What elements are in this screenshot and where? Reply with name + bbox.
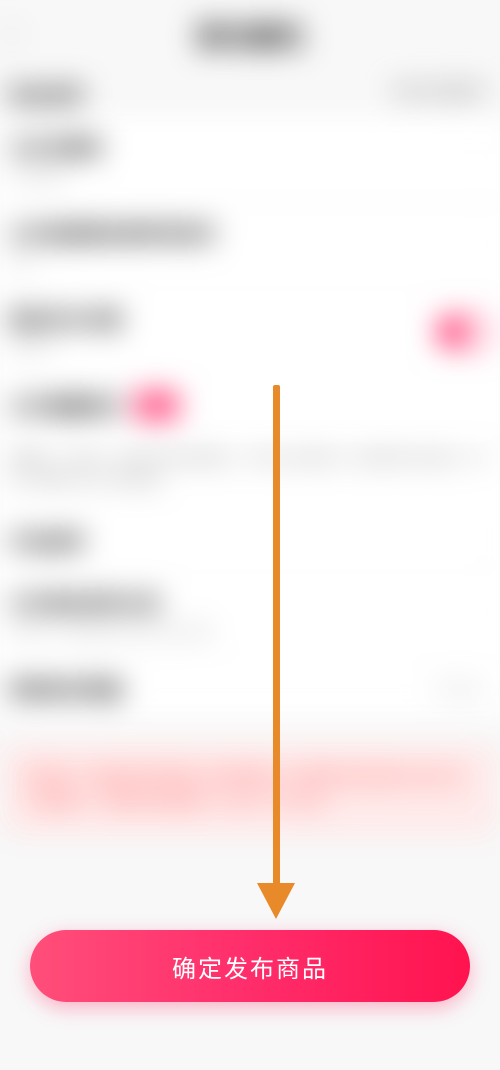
row-label: 允许优惠券 xyxy=(9,134,103,161)
row-sub: 允许 xyxy=(9,251,217,271)
publish-button[interactable]: 确定发布商品 xyxy=(30,930,470,1002)
row-value: 不限制 › xyxy=(431,676,492,701)
setting-row[interactable]: 开启推荐 › xyxy=(0,510,500,572)
chevron-right-icon: › xyxy=(486,605,492,624)
section-left: 商品规则 xyxy=(9,81,85,108)
chevron-right-icon: › xyxy=(486,150,492,169)
setting-row[interactable]: 允许被收录到分类 已开启，商品会显示在对应分类页 › xyxy=(0,572,500,658)
back-button[interactable]: ‹ xyxy=(6,20,14,49)
setting-row[interactable]: 允许优惠券 允许使用 › xyxy=(0,117,500,203)
setting-row[interactable]: 提前定价优惠 已开启 xyxy=(0,289,500,375)
chevron-right-icon: › xyxy=(486,236,492,255)
row-label: 限制购买数量 xyxy=(9,675,122,702)
chevron-right-icon: › xyxy=(486,531,492,550)
page-header: ‹ 更改属性 xyxy=(0,3,500,66)
setting-row[interactable]: 允许被搜索和推荐到首页 允许 › xyxy=(0,203,500,289)
publish-button-wrap: 确定发布商品 xyxy=(30,930,470,1002)
row-label: 开启推荐 xyxy=(9,527,85,554)
row-label: 允许被搜索和推荐到首页 xyxy=(9,220,217,247)
row-sub: 允许使用 xyxy=(9,165,103,185)
section-right[interactable]: 展开全部规则 › xyxy=(394,81,491,108)
description-text: 提醒您：开启后，商品价格会被隐藏，只有关注店铺的人才能看到价格信息，其他人需要先… xyxy=(0,436,500,511)
new-badge: 新 xyxy=(135,392,179,419)
warning-notice: 请注意：商品发布后将进入审核流程。审核通过后商品才会正式上架展示，审核时间通常为… xyxy=(4,746,495,834)
row-sub: 已开启 xyxy=(9,337,122,357)
row-label: 允许被收录到分类 xyxy=(9,589,214,616)
section-header: 商品规则 展开全部规则 › xyxy=(0,66,500,116)
page-title: 更改属性 xyxy=(195,15,304,54)
setting-row[interactable]: 允许隐藏购买 新 xyxy=(0,375,500,436)
row-label: 提前定价优惠 xyxy=(9,306,122,333)
row-sub: 已开启，商品会显示在对应分类页 xyxy=(9,621,214,641)
row-label: 允许隐藏购买 xyxy=(9,392,122,419)
setting-row[interactable]: 限制购买数量 不限制 › xyxy=(0,659,500,721)
toggle-switch[interactable] xyxy=(437,316,492,348)
